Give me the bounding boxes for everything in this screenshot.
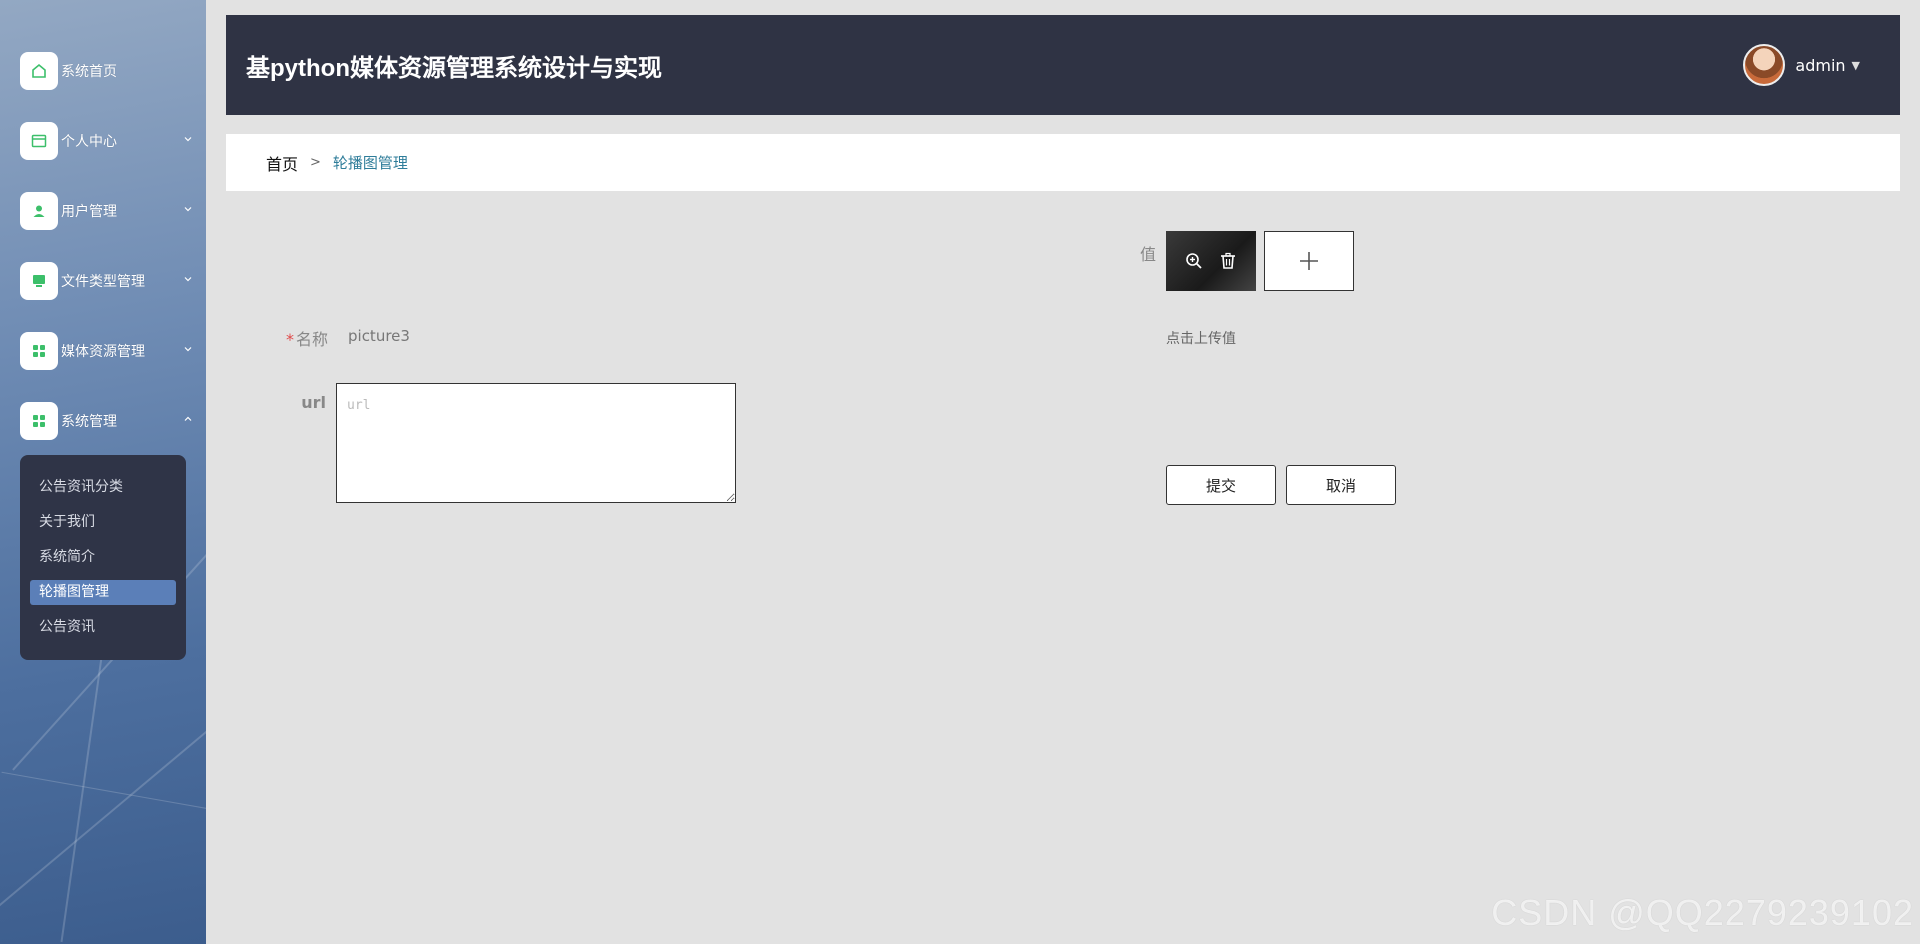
submenu-item-carousel-management[interactable]: 轮播图管理 — [30, 580, 176, 605]
sidebar-item-system-management[interactable]: 系统管理 — [20, 402, 200, 440]
sidebar-item-media-resource-management[interactable]: 媒体资源管理 — [20, 332, 200, 370]
sidebar-item-label: 系统管理 — [61, 414, 117, 430]
sidebar-item-home[interactable]: 系统首页 — [20, 52, 200, 90]
system-management-submenu: 公告资讯分类 关于我们 系统简介 轮播图管理 公告资讯 — [20, 455, 186, 660]
submit-button[interactable]: 提交 — [1166, 465, 1276, 505]
url-textarea[interactable] — [336, 383, 736, 503]
upload-add-button[interactable] — [1264, 231, 1354, 291]
name-field-label: * 名称 — [280, 326, 328, 350]
chevron-up-icon — [182, 414, 194, 426]
user-icon — [20, 192, 58, 230]
submenu-item-system-intro[interactable]: 系统简介 — [30, 545, 176, 570]
sidebar-item-label: 文件类型管理 — [61, 274, 145, 290]
sidebar: 系统首页 个人中心 用户管理 文件类型管理 媒体资源管理 系统管理 公告资讯分类… — [0, 0, 206, 944]
url-field-label: url — [301, 393, 326, 412]
home-icon — [20, 52, 58, 90]
sidebar-item-label: 媒体资源管理 — [61, 344, 145, 360]
grid-icon — [20, 402, 58, 440]
chevron-down-icon — [182, 134, 194, 146]
sidebar-item-label: 系统首页 — [61, 64, 117, 80]
chevron-down-icon — [182, 274, 194, 286]
cancel-button[interactable]: 取消 — [1286, 465, 1396, 505]
sidebar-item-label: 用户管理 — [61, 204, 117, 220]
sidebar-item-user-management[interactable]: 用户管理 — [20, 192, 200, 230]
value-field-label: 值 — [1139, 245, 1156, 264]
submenu-item-announcement[interactable]: 公告资讯 — [30, 615, 176, 640]
chevron-down-icon — [182, 344, 194, 356]
profile-card-icon — [20, 122, 58, 160]
sidebar-item-label: 个人中心 — [61, 134, 117, 150]
background-decoration — [0, 704, 206, 938]
submenu-item-announcement-category[interactable]: 公告资讯分类 — [30, 475, 176, 500]
breadcrumb: 首页 > 轮播图管理 — [226, 134, 1900, 191]
user-menu[interactable]: admin ▼ — [1743, 43, 1860, 87]
username[interactable]: admin — [1795, 56, 1845, 75]
name-label-text: 名称 — [295, 330, 328, 349]
chevron-down-icon — [182, 204, 194, 216]
sidebar-item-file-type-management[interactable]: 文件类型管理 — [20, 262, 200, 300]
monitor-icon — [20, 262, 58, 300]
breadcrumb-home-link[interactable]: 首页 — [266, 151, 298, 175]
caret-down-icon[interactable]: ▼ — [1852, 59, 1860, 72]
top-header: 基python媒体资源管理系统设计与实现 admin ▼ — [226, 15, 1900, 115]
delete-icon[interactable] — [1217, 250, 1239, 272]
avatar[interactable] — [1743, 44, 1786, 86]
watermark: CSDN @QQ2279239102 — [1491, 892, 1914, 933]
grid-icon — [20, 332, 58, 370]
sidebar-item-personal-center[interactable]: 个人中心 — [20, 122, 200, 160]
required-asterisk: * — [285, 330, 294, 349]
uploaded-image-thumbnail — [1166, 231, 1256, 291]
background-decoration — [1, 771, 206, 810]
app-title: 基python媒体资源管理系统设计与实现 — [246, 54, 662, 82]
submenu-item-about-us[interactable]: 关于我们 — [30, 510, 176, 535]
plus-icon — [1300, 252, 1318, 270]
breadcrumb-separator: > — [310, 155, 321, 170]
name-field-value[interactable]: picture3 — [348, 327, 410, 345]
zoom-in-icon[interactable] — [1183, 250, 1205, 272]
upload-hint: 点击上传值 — [1166, 331, 1236, 347]
breadcrumb-current: 轮播图管理 — [332, 154, 408, 172]
